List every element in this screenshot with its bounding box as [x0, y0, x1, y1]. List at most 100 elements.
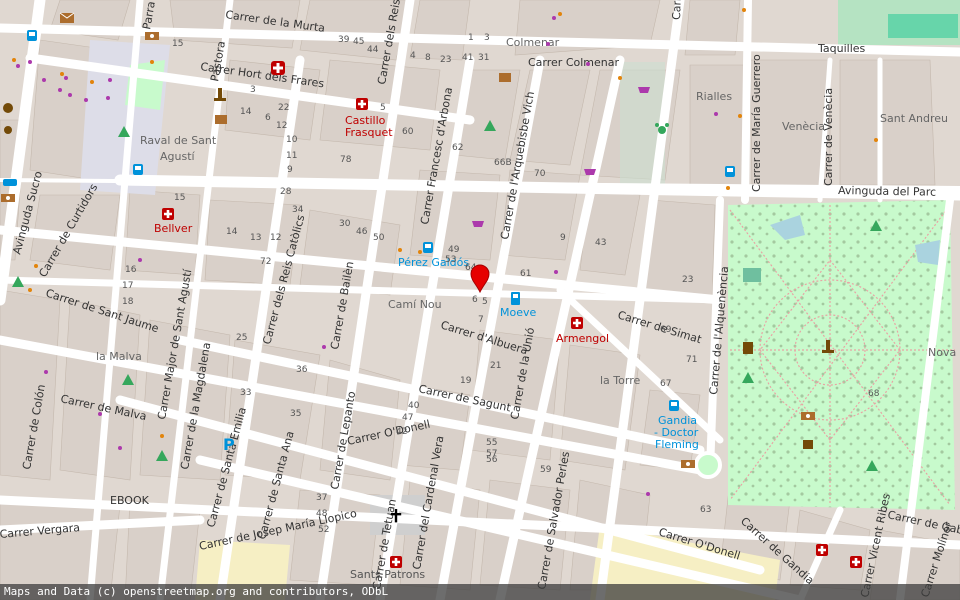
svg-text:57: 57	[486, 449, 497, 459]
parking-icon: P	[223, 435, 235, 454]
svg-text:14: 14	[240, 107, 252, 117]
money-icon	[681, 460, 695, 468]
place-raval-1: Raval de Sant	[140, 134, 217, 147]
svg-text:14: 14	[226, 227, 238, 237]
bus-stop-icon	[669, 400, 679, 411]
money-icon	[801, 412, 815, 420]
svg-text:47: 47	[402, 413, 413, 423]
svg-text:63: 63	[700, 505, 711, 515]
svg-text:71: 71	[686, 355, 697, 365]
svg-text:1: 1	[468, 33, 474, 43]
svg-text:59: 59	[540, 465, 552, 475]
svg-text:36: 36	[296, 365, 308, 375]
svg-text:42: 42	[396, 427, 407, 437]
svg-text:23: 23	[682, 275, 693, 285]
place-raval-2: Agustí	[160, 150, 196, 163]
shop-icon	[638, 87, 650, 93]
pharmacy-icon	[571, 317, 583, 329]
svg-text:12: 12	[270, 233, 281, 243]
shop-icon	[584, 169, 596, 175]
svg-text:37: 37	[316, 493, 327, 503]
svg-text:9: 9	[560, 233, 566, 243]
book-icon	[215, 115, 227, 124]
svg-text:15: 15	[174, 193, 185, 203]
street-label-av-parc: Avinguda del Parc	[838, 184, 936, 199]
svg-text:44: 44	[367, 45, 379, 55]
poi-castillo-2: Frasquet	[345, 126, 393, 139]
svg-text:33: 33	[240, 388, 251, 398]
pool	[743, 268, 761, 282]
svg-text:46: 46	[356, 227, 368, 237]
bus-stop-icon	[133, 164, 143, 175]
svg-text:45: 45	[353, 37, 364, 47]
svg-text:39: 39	[338, 35, 350, 45]
pharmacy-icon	[162, 208, 174, 220]
svg-text:30: 30	[339, 219, 351, 229]
svg-text:78: 78	[340, 155, 352, 165]
pharmacy-icon	[356, 98, 368, 110]
bus-stop-icon	[27, 30, 37, 41]
mail-icon	[59, 12, 75, 23]
place-venecia: Venècia	[782, 120, 825, 133]
svg-text:4: 4	[410, 51, 416, 61]
svg-text:48: 48	[316, 509, 328, 519]
svg-text:35: 35	[290, 409, 301, 419]
svg-text:13: 13	[250, 233, 261, 243]
money-icon	[1, 194, 15, 202]
svg-text:6: 6	[472, 295, 478, 305]
svg-text:34: 34	[292, 205, 304, 215]
svg-text:25: 25	[236, 333, 247, 343]
svg-text:72: 72	[260, 257, 271, 267]
svg-text:55: 55	[486, 438, 497, 448]
svg-text:68: 68	[868, 389, 880, 399]
tourism-icon	[3, 103, 13, 113]
poi-gandia-3: Fleming	[655, 438, 699, 451]
svg-text:40: 40	[408, 401, 420, 411]
svg-text:66B: 66B	[494, 158, 512, 168]
svg-text:18: 18	[122, 297, 134, 307]
map-canvas[interactable]: Carrer de la Murta Pastora Parra Carrer …	[0, 0, 960, 600]
svg-text:21: 21	[490, 361, 501, 371]
place-rialles: Rialles	[696, 90, 732, 103]
svg-text:49: 49	[448, 245, 460, 255]
svg-text:7: 7	[478, 315, 484, 325]
street-label-taquilles: Taquilles	[817, 42, 866, 55]
sports-pitch	[888, 14, 958, 38]
pharmacy-icon	[850, 556, 862, 568]
place-malva: la Malva	[96, 350, 142, 363]
svg-text:5: 5	[380, 103, 386, 113]
street-label-venecia: Carrer de Venècia	[822, 88, 835, 186]
roundabout	[694, 451, 722, 479]
svg-text:53: 53	[445, 255, 456, 265]
pharmacy-icon	[816, 544, 828, 556]
fuel-station-icon	[511, 292, 520, 305]
svg-text:10: 10	[286, 135, 298, 145]
place-torre: la Torre	[600, 374, 640, 387]
hospital-icon	[271, 61, 285, 75]
svg-text:70: 70	[534, 169, 546, 179]
street-label-colmenar: Carrer Colmenar	[528, 56, 619, 69]
place-ebook: EBOOK	[110, 494, 150, 507]
svg-text:16: 16	[125, 265, 137, 275]
map-view[interactable]: Carrer de la Murta Pastora Parra Carrer …	[0, 0, 960, 600]
svg-text:22: 22	[278, 103, 289, 113]
svg-text:43: 43	[595, 238, 606, 248]
svg-text:50: 50	[373, 233, 385, 243]
poi-armengol: Armengol	[556, 332, 609, 345]
svg-text:17: 17	[122, 281, 133, 291]
svg-text:19: 19	[460, 376, 472, 386]
svg-text:62: 62	[452, 143, 463, 153]
money-icon	[145, 32, 159, 40]
poi-bellver: Bellver	[154, 222, 193, 235]
car-icon	[3, 179, 17, 186]
svg-text:31: 31	[478, 53, 489, 63]
svg-text:8: 8	[425, 53, 431, 63]
map-attribution: Maps and Data (c) openstreetmap.org and …	[0, 584, 960, 600]
cafe-icon	[803, 440, 813, 449]
shop-icon	[472, 221, 484, 227]
svg-text:52: 52	[318, 525, 329, 535]
place-sant-andreu: Sant Andreu	[880, 112, 948, 125]
poi-perez-galdos: Pérez Galdós	[398, 256, 469, 269]
svg-text:5: 5	[482, 297, 488, 307]
svg-text:9: 9	[287, 165, 293, 175]
